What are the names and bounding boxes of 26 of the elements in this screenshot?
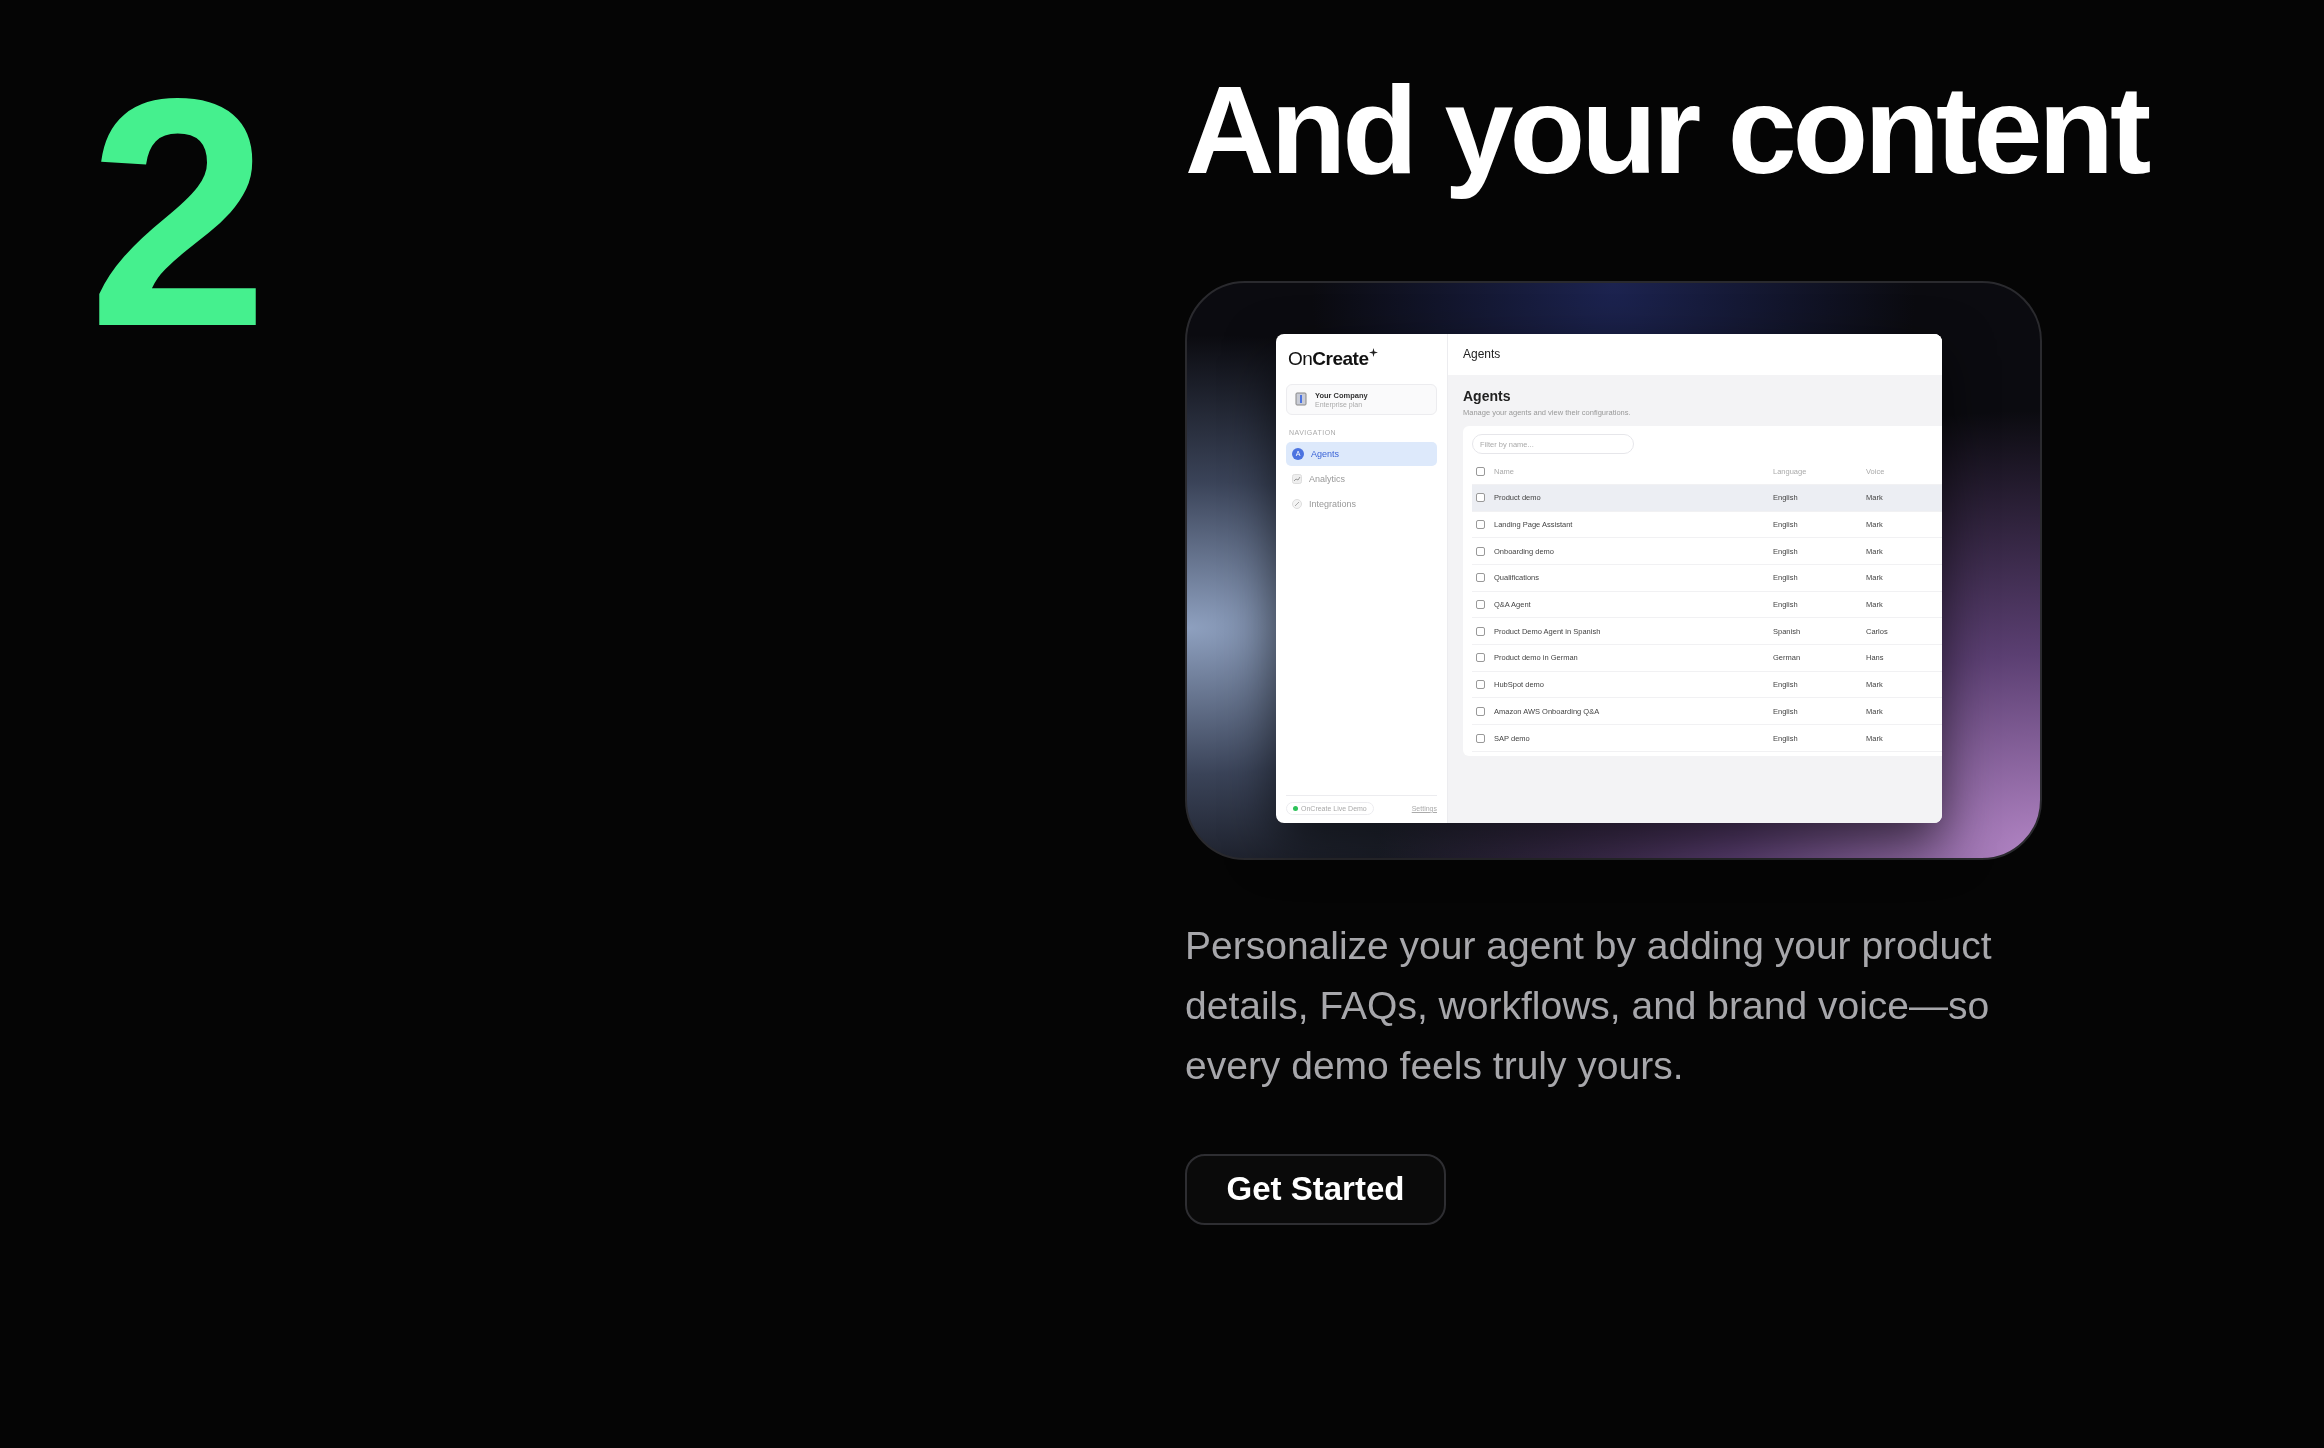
checkbox[interactable]: [1476, 680, 1485, 690]
checkbox[interactable]: [1476, 573, 1485, 583]
section-heading: And your content: [1185, 60, 2149, 201]
checkbox[interactable]: [1476, 466, 1485, 476]
checkbox[interactable]: [1476, 520, 1485, 529]
building-icon: [1295, 392, 1307, 407]
nav-label: Agents: [1311, 448, 1340, 459]
chart-icon: [1292, 473, 1302, 484]
checkbox[interactable]: [1476, 653, 1485, 663]
checkbox[interactable]: [1476, 546, 1485, 556]
page-title: Agents: [1463, 387, 1512, 404]
status-dot-icon: [1293, 805, 1298, 811]
get-started-button[interactable]: Get Started: [1185, 1153, 1446, 1225]
description-text: Personalize your agent by adding your product details, FAQs, workflows, and brand voice—so every demo feels truly yours.: [1185, 922, 1993, 1089]
checkbox[interactable]: [1476, 600, 1485, 610]
checkbox[interactable]: [1476, 733, 1485, 743]
checkbox[interactable]: [1476, 493, 1485, 503]
sparkle-icon: [1368, 347, 1378, 357]
step-number: 2: [88, 50, 259, 375]
checkbox[interactable]: [1476, 626, 1485, 636]
top-bar-title: Agents: [1463, 347, 1501, 362]
nav-label: Analytics: [1309, 473, 1345, 484]
nav-label: Integrations: [1309, 498, 1357, 509]
link-icon: [1292, 498, 1302, 509]
app-logo: OnCreate: [1288, 347, 1369, 370]
checkbox[interactable]: [1476, 706, 1485, 716]
